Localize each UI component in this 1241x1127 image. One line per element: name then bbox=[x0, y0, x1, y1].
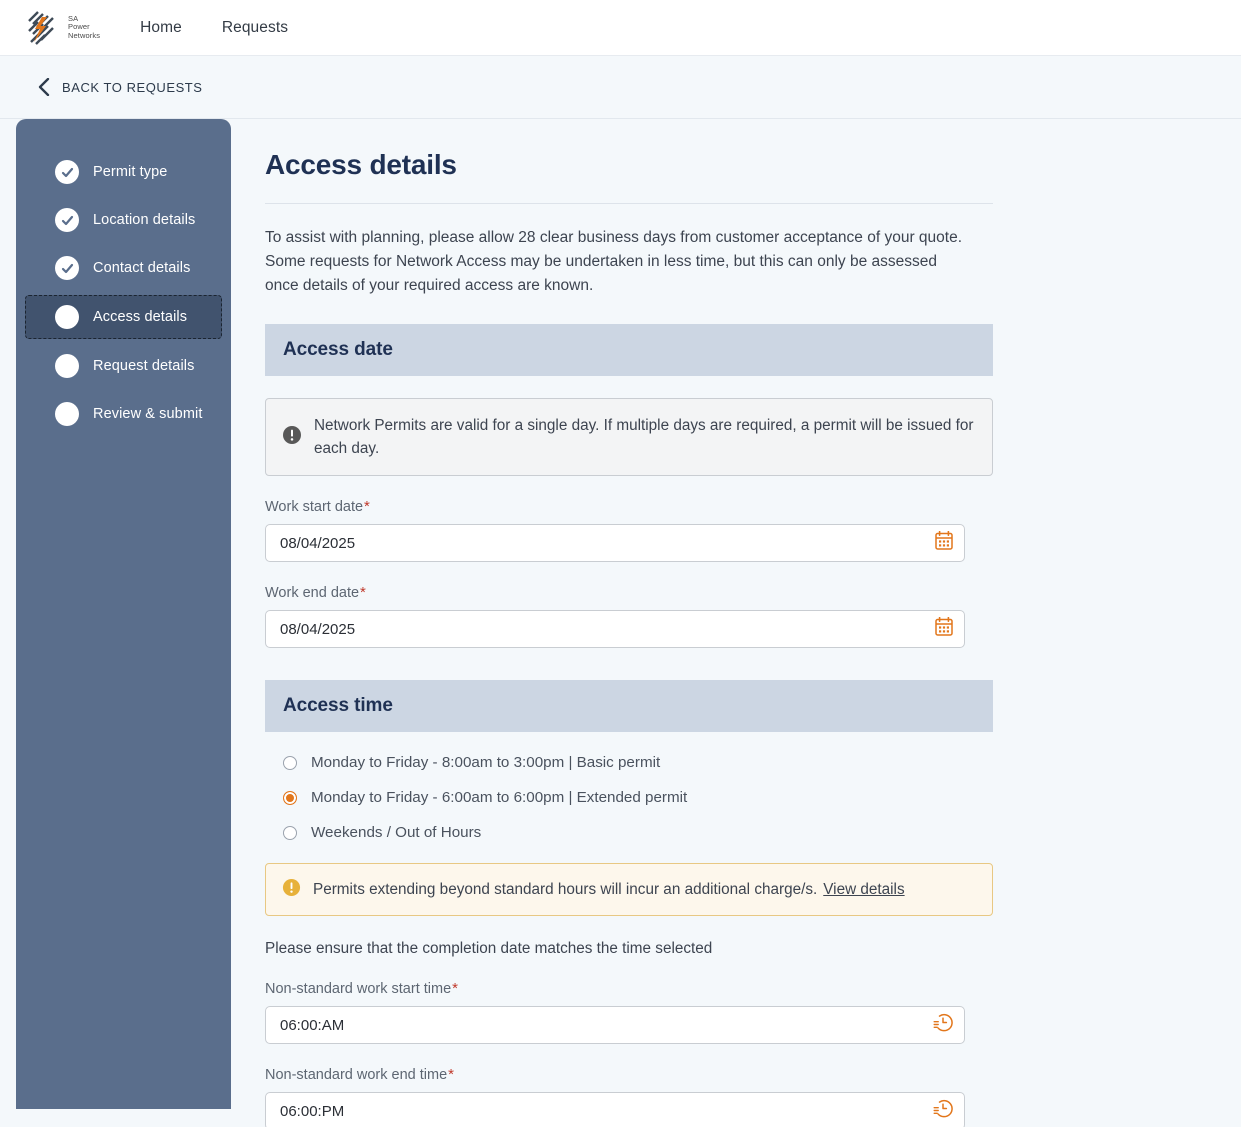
non-standard-start-time-label-text: Non-standard work start time bbox=[265, 981, 452, 997]
top-navigation-bar: SA Power Networks Home Requests bbox=[0, 0, 1241, 56]
step-complete-check-icon bbox=[55, 256, 79, 280]
non-standard-end-time-field: Non-standard work end time* 06:00:PM bbox=[265, 1066, 1241, 1127]
intro-paragraph: To assist with planning, please allow 28… bbox=[265, 229, 963, 294]
nav-link-requests[interactable]: Requests bbox=[222, 19, 288, 37]
radio-checked-icon bbox=[283, 790, 297, 805]
work-end-date-field: Work end date* 08/04/2025 bbox=[265, 584, 1241, 648]
access-time-radio-group: Monday to Friday - 8:00am to 3:00pm | Ba… bbox=[265, 732, 1241, 841]
work-end-date-label: Work end date* bbox=[265, 584, 1241, 601]
warning-banner-text: Permits extending beyond standard hours … bbox=[313, 881, 818, 898]
calendar-icon[interactable] bbox=[935, 530, 953, 555]
radio-unchecked-icon bbox=[283, 825, 297, 840]
non-standard-end-time-label: Non-standard work end time* bbox=[265, 1066, 1241, 1083]
info-banner-single-day: Network Permits are valid for a single d… bbox=[265, 398, 993, 476]
completion-date-helper-text: Please ensure that the completion date m… bbox=[265, 940, 713, 957]
non-standard-end-time-label-text: Non-standard work end time bbox=[265, 1067, 448, 1083]
sidebar-item-review-submit[interactable]: Review & submit bbox=[25, 393, 222, 435]
non-standard-start-time-field: Non-standard work start time* 06:00:AM bbox=[265, 980, 1241, 1044]
work-start-date-field: Work start date* 08/04/2025 bbox=[265, 498, 1241, 562]
page-title: Access details bbox=[265, 149, 457, 180]
step-complete-check-icon bbox=[55, 160, 79, 184]
radio-option-extended-permit[interactable]: Monday to Friday - 6:00am to 6:00pm | Ex… bbox=[283, 789, 1241, 806]
work-start-date-input[interactable]: 08/04/2025 bbox=[265, 524, 965, 562]
sidebar-item-label: Request details bbox=[93, 358, 195, 374]
radio-option-label: Monday to Friday - 8:00am to 3:00pm | Ba… bbox=[311, 754, 661, 771]
sidebar-item-contact-details[interactable]: Contact details bbox=[25, 247, 222, 289]
back-to-requests-label: BACK TO REQUESTS bbox=[62, 79, 203, 95]
sidebar-item-label: Access details bbox=[93, 309, 188, 325]
work-start-date-input-wrap: 08/04/2025 bbox=[265, 524, 965, 562]
back-bar: BACK TO REQUESTS bbox=[0, 56, 1241, 119]
back-to-requests-button[interactable]: BACK TO REQUESTS bbox=[38, 78, 203, 96]
radio-option-label: Monday to Friday - 6:00am to 6:00pm | Ex… bbox=[311, 789, 688, 806]
section-header-access-date: Access date bbox=[265, 324, 993, 376]
primary-nav-links: Home Requests bbox=[140, 19, 288, 37]
brand-logo[interactable]: SA Power Networks bbox=[28, 10, 101, 45]
sidebar-item-label: Review & submit bbox=[93, 406, 203, 422]
view-details-link[interactable]: View details bbox=[823, 881, 904, 898]
main-content: Access details To assist with planning, … bbox=[231, 119, 1241, 1127]
non-standard-end-time-input[interactable]: 06:00:PM bbox=[265, 1092, 965, 1127]
work-end-date-input[interactable]: 08/04/2025 bbox=[265, 610, 965, 648]
work-start-date-label-text: Work start date bbox=[265, 499, 364, 515]
step-complete-check-icon bbox=[55, 208, 79, 232]
non-standard-start-time-label: Non-standard work start time* bbox=[265, 980, 1241, 997]
info-exclamation-icon bbox=[282, 425, 302, 450]
info-banner-text: Network Permits are valid for a single d… bbox=[314, 417, 974, 457]
required-marker: * bbox=[448, 1066, 454, 1083]
required-marker: * bbox=[360, 584, 366, 601]
radio-option-label: Weekends / Out of Hours bbox=[311, 824, 482, 841]
calendar-icon[interactable] bbox=[935, 616, 953, 641]
non-standard-end-time-input-wrap: 06:00:PM bbox=[265, 1092, 965, 1127]
page-body: Permit type Location details Contact det… bbox=[0, 119, 1241, 1127]
wizard-step-sidebar: Permit type Location details Contact det… bbox=[16, 119, 231, 1109]
step-current-bullet-icon bbox=[55, 305, 79, 329]
radio-option-weekends-out-of-hours[interactable]: Weekends / Out of Hours bbox=[283, 824, 1241, 841]
work-start-date-label: Work start date* bbox=[265, 498, 1241, 515]
section-header-access-time: Access time bbox=[265, 680, 993, 732]
sidebar-item-permit-type[interactable]: Permit type bbox=[25, 151, 222, 193]
sidebar-item-access-details[interactable]: Access details bbox=[25, 295, 222, 339]
clock-schedule-icon[interactable] bbox=[933, 1013, 953, 1038]
brand-logo-wordmark: SA Power Networks bbox=[68, 14, 101, 41]
nav-link-home[interactable]: Home bbox=[140, 19, 182, 37]
work-end-date-label-text: Work end date bbox=[265, 585, 360, 601]
warning-exclamation-icon bbox=[282, 878, 301, 902]
logo-line-3: Networks bbox=[68, 30, 101, 40]
sidebar-item-label: Permit type bbox=[93, 164, 168, 180]
work-end-date-input-wrap: 08/04/2025 bbox=[265, 610, 965, 648]
radio-option-basic-permit[interactable]: Monday to Friday - 8:00am to 3:00pm | Ba… bbox=[283, 754, 1241, 771]
sidebar-item-label: Location details bbox=[93, 212, 196, 228]
sidebar-item-location-details[interactable]: Location details bbox=[25, 199, 222, 241]
warning-banner-text-wrap: Permits extending beyond standard hours … bbox=[313, 878, 905, 901]
sidebar-item-label: Contact details bbox=[93, 260, 191, 276]
chevron-left-icon bbox=[38, 78, 50, 96]
required-marker: * bbox=[452, 980, 458, 997]
sidebar-item-request-details[interactable]: Request details bbox=[25, 345, 222, 387]
clock-schedule-icon[interactable] bbox=[933, 1099, 953, 1124]
non-standard-start-time-input-wrap: 06:00:AM bbox=[265, 1006, 965, 1044]
radio-unchecked-icon bbox=[283, 755, 297, 770]
sa-power-networks-logo-icon bbox=[28, 10, 54, 45]
step-pending-bullet-icon bbox=[55, 354, 79, 378]
warning-banner-additional-charge: Permits extending beyond standard hours … bbox=[265, 863, 993, 916]
required-marker: * bbox=[364, 498, 370, 515]
non-standard-start-time-input[interactable]: 06:00:AM bbox=[265, 1006, 965, 1044]
step-pending-bullet-icon bbox=[55, 402, 79, 426]
title-divider bbox=[265, 203, 993, 204]
